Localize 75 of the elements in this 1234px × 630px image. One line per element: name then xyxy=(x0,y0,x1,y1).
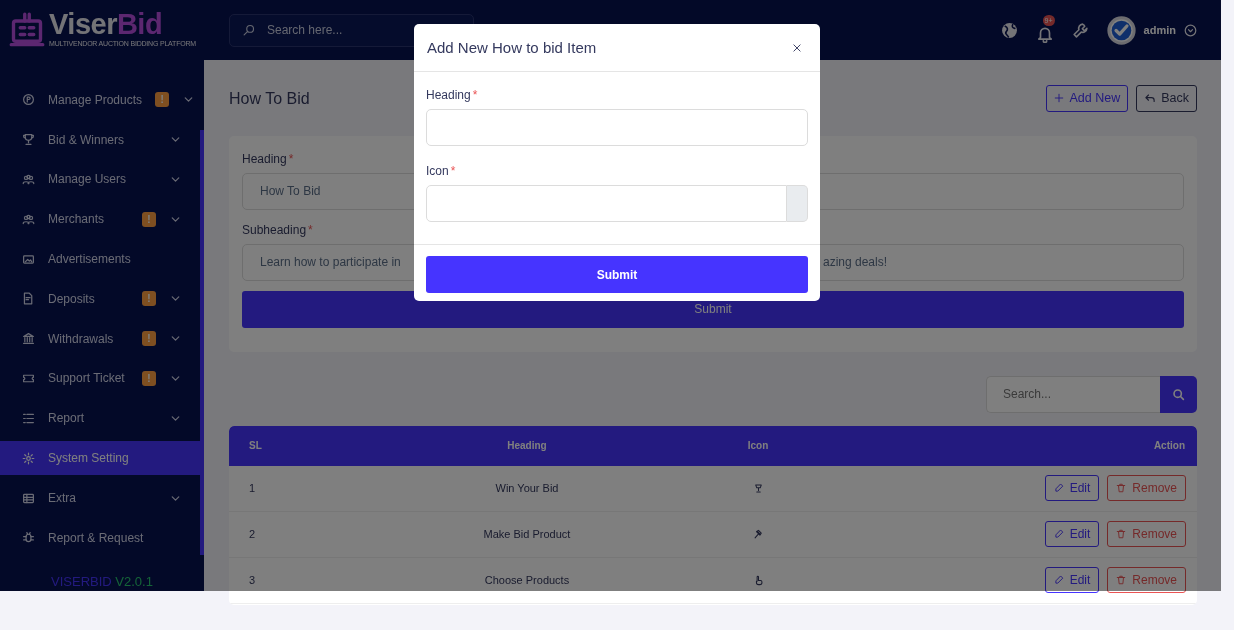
sidebar-item[interactable]: Support Ticket ! xyxy=(0,358,200,399)
sidebar-item[interactable]: Bid & Winners xyxy=(0,119,200,160)
submit-button[interactable]: Submit xyxy=(426,256,808,293)
warning-badge: ! xyxy=(142,291,156,307)
bug-icon xyxy=(22,531,35,545)
avatar-icon xyxy=(1106,15,1136,45)
field-label: Heading * xyxy=(242,150,295,168)
table-cell-text: Win Your Bid xyxy=(494,481,560,496)
logo-icon xyxy=(9,12,45,48)
bank-icon xyxy=(22,332,35,346)
search-input[interactable]: Search here... xyxy=(265,20,455,40)
sidebar-item[interactable]: Advertisements xyxy=(0,239,200,279)
users-icon xyxy=(22,212,35,226)
reply-arrow-icon xyxy=(1144,92,1157,105)
column-header: SL xyxy=(249,439,263,454)
search-icon xyxy=(243,24,255,36)
users-icon xyxy=(22,173,35,186)
pencil-icon xyxy=(1053,575,1064,586)
version-text: VISERBID V2.0.1 xyxy=(50,572,154,591)
sidebar-item[interactable]: Manage Users xyxy=(0,159,200,200)
column-header: Icon xyxy=(746,439,770,454)
field-label: Heading * xyxy=(426,87,479,104)
remove-button[interactable]: Remove xyxy=(1107,567,1186,594)
add-new-button[interactable]: Add New xyxy=(1046,85,1129,112)
warning-badge: ! xyxy=(142,211,156,227)
remove-button[interactable]: Remove xyxy=(1107,521,1186,548)
edit-button[interactable]: Edit xyxy=(1044,475,1100,502)
trophy-icon xyxy=(752,482,764,494)
sidebar-item[interactable]: System Setting xyxy=(0,441,200,476)
close-icon xyxy=(792,42,802,53)
remove-button[interactable]: Remove xyxy=(1107,475,1186,502)
back-button[interactable]: Back xyxy=(1136,85,1197,112)
sidebar-item[interactable]: Report & Request xyxy=(0,517,200,558)
wrench-icon[interactable] xyxy=(1071,21,1089,39)
trash-icon xyxy=(1116,529,1127,540)
table-cell-text: Choose Products xyxy=(483,573,571,588)
table-cell-text: 2 xyxy=(249,527,257,542)
sidebar-item[interactable]: Manage Products ! xyxy=(0,80,200,120)
column-header: Heading xyxy=(506,439,548,454)
sidebar-item[interactable]: Merchants ! xyxy=(0,199,200,240)
warning-badge: ! xyxy=(142,370,156,386)
trash-icon xyxy=(1116,575,1127,586)
search-icon xyxy=(1172,387,1185,401)
table-cell-text: Make Bid Product xyxy=(482,527,572,542)
field-label: Subheading * xyxy=(242,221,314,239)
trophy-icon xyxy=(22,133,35,147)
sidebar-item[interactable]: Extra xyxy=(0,478,200,518)
globe-icon[interactable] xyxy=(1000,21,1018,39)
table-cell-text: 3 xyxy=(249,573,257,588)
table-icon xyxy=(22,491,35,505)
edit-button[interactable]: Edit xyxy=(1044,567,1100,594)
pencil-icon xyxy=(1053,529,1064,540)
edit-button[interactable]: Edit xyxy=(1044,521,1100,548)
input-field[interactable] xyxy=(426,109,808,146)
sidebar-item[interactable]: Withdrawals ! xyxy=(0,318,200,359)
plus-icon xyxy=(1054,93,1065,104)
sidebar-item[interactable]: Deposits ! xyxy=(0,279,200,319)
document-icon xyxy=(22,292,35,306)
warning-badge: ! xyxy=(142,331,156,347)
pencil-icon xyxy=(1053,483,1064,494)
logo-text: ViserBid xyxy=(49,10,164,40)
column-header: Action xyxy=(1152,439,1185,454)
table-cell-text: 1 xyxy=(249,481,257,496)
user-name[interactable]: admin xyxy=(1143,21,1176,39)
search-button[interactable] xyxy=(1160,375,1197,413)
input-field[interactable] xyxy=(426,185,787,222)
circle-p-icon xyxy=(22,93,35,107)
warning-badge: ! xyxy=(155,92,170,108)
gavel-icon xyxy=(752,528,764,540)
sidebar-item[interactable]: Report xyxy=(0,398,200,439)
list-icon xyxy=(22,411,35,425)
image-icon xyxy=(22,252,35,266)
page-title: How To Bid xyxy=(229,88,310,108)
chevron-down-icon[interactable] xyxy=(1184,23,1197,37)
trash-icon xyxy=(1116,483,1127,494)
